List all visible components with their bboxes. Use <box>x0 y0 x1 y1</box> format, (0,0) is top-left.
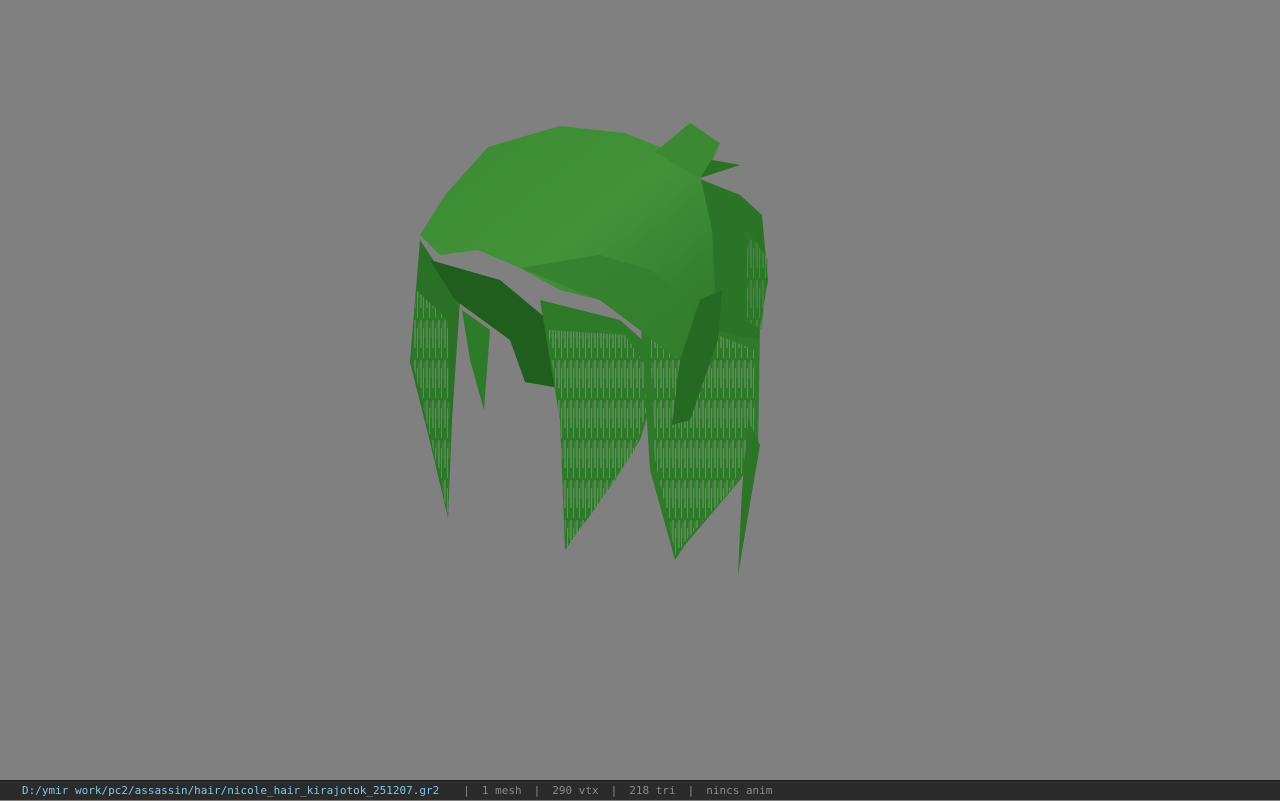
3d-viewport[interactable] <box>0 0 1280 780</box>
mesh-count: 1 mesh <box>481 784 522 797</box>
separator: | <box>687 784 695 797</box>
hair-strand-thin <box>462 310 490 410</box>
triangle-count: 218 tri <box>629 784 676 797</box>
separator: | <box>533 784 541 797</box>
separator: | <box>463 784 470 797</box>
animation-status: nincs anim <box>706 784 773 797</box>
status-bar: D:/ymir work/pc2/assassin/hair/nicole_ha… <box>0 780 1280 800</box>
hair-model <box>410 123 768 575</box>
vertex-count: 290 vtx <box>552 784 599 797</box>
file-path: D:/ymir work/pc2/assassin/hair/nicole_ha… <box>22 784 440 797</box>
separator: | <box>610 784 618 797</box>
hair-strand-left-back-tex <box>412 290 450 515</box>
